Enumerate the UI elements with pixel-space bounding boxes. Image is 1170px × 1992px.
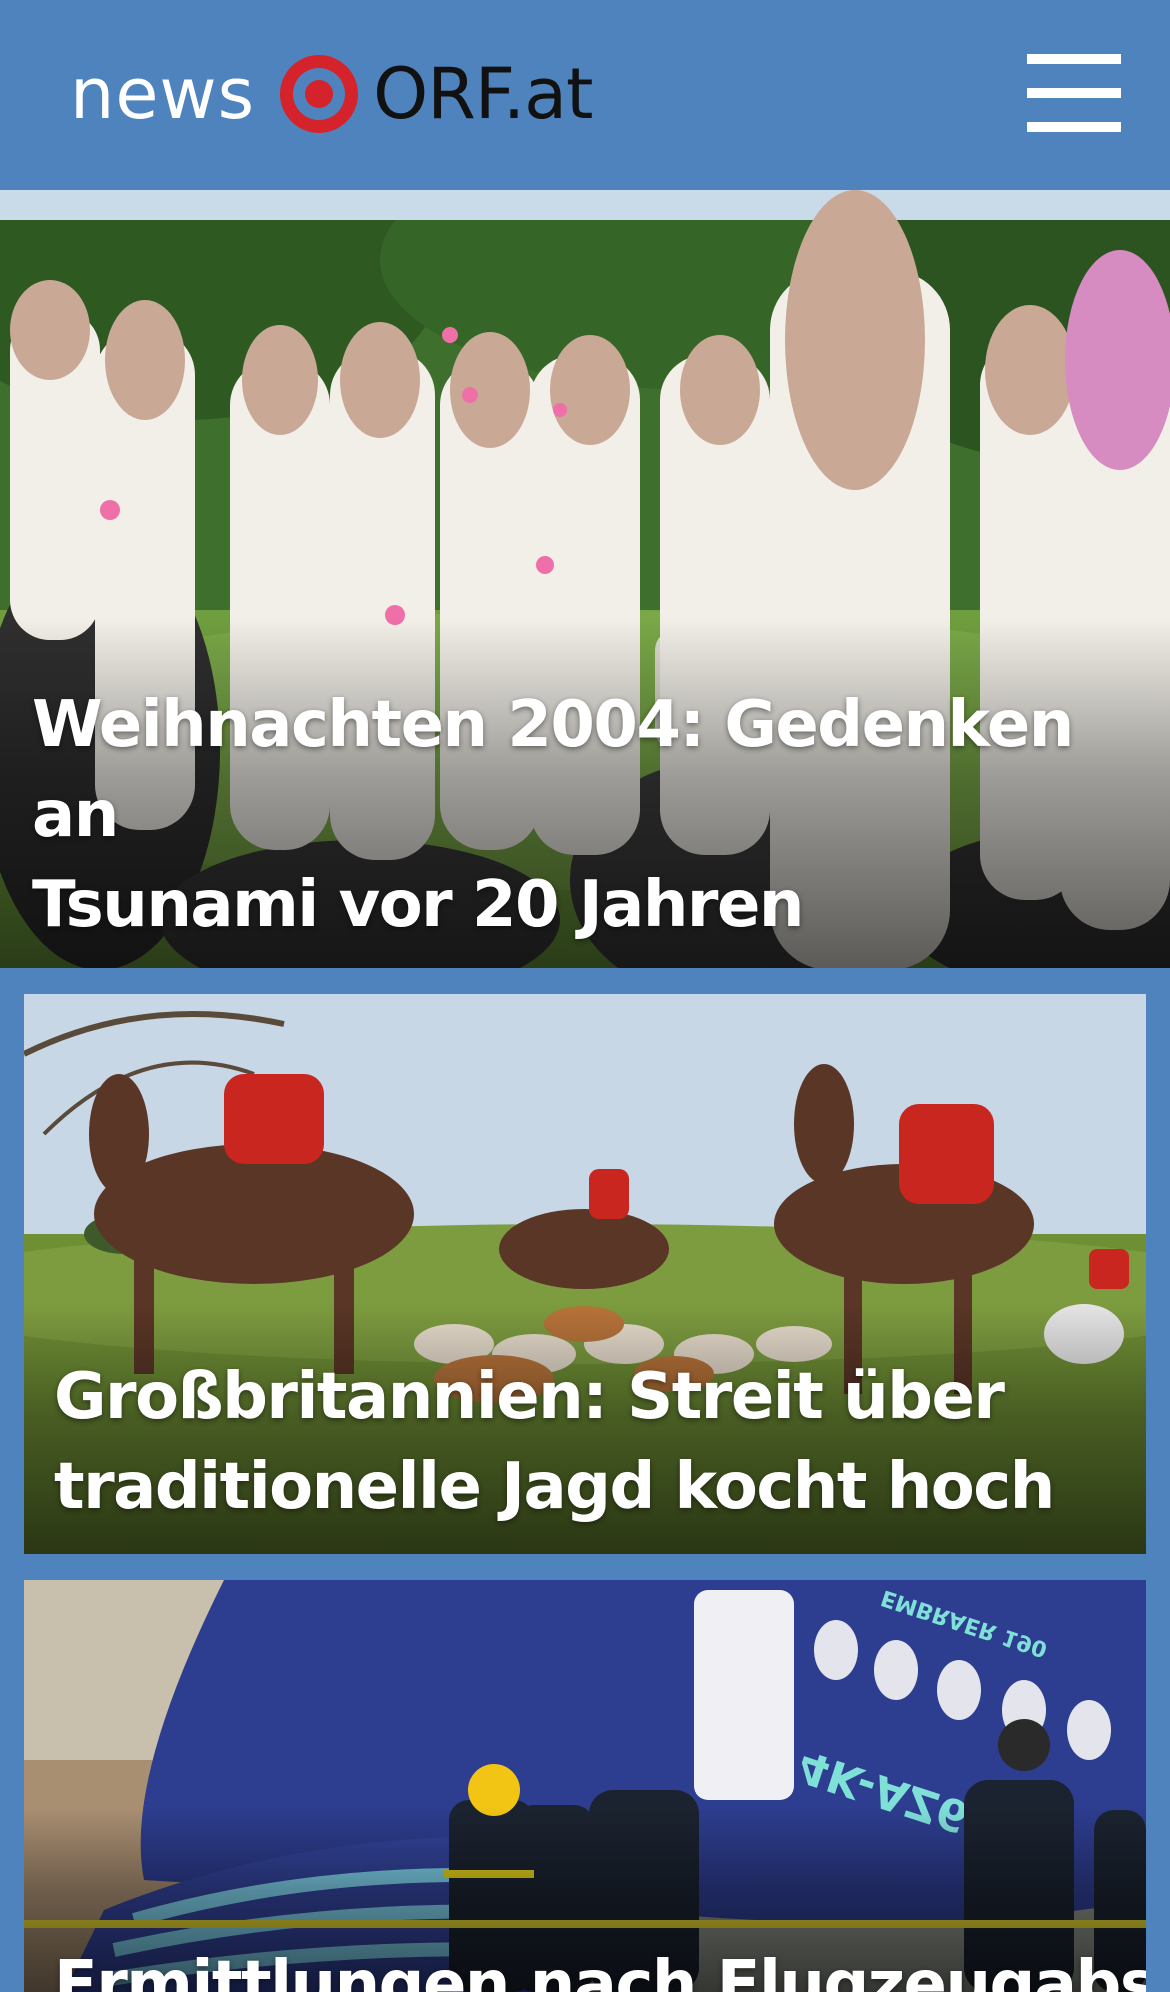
headline-line: Großbritannien: Streit über (54, 1360, 1005, 1434)
hamburger-menu-icon[interactable] (1018, 46, 1121, 138)
logo-brand-text: ORF.at (373, 53, 593, 135)
story-headline: Großbritannien: Streit über traditionell… (54, 1352, 1114, 1532)
headline-line: Tsunami vor 20 Jahren (32, 868, 804, 942)
story-card-plane-crash[interactable]: 4K-AZ65 EMBRAER 190 Ermittlungen nach Fl… (24, 1580, 1146, 1992)
headline-line: traditionelle Jagd kocht hoch (54, 1450, 1055, 1524)
headline-line: Weihnachten 2004: Gedenken an (32, 688, 1074, 852)
story-headline: Weihnachten 2004: Gedenken an Tsunami vo… (32, 680, 1142, 950)
logo-news-text: news (70, 53, 256, 135)
story-card-tsunami[interactable]: Weihnachten 2004: Gedenken an Tsunami vo… (0, 190, 1170, 968)
orf-target-logo-icon (280, 55, 359, 133)
menu-bar (1027, 88, 1121, 98)
headline-line: Ermittlungen nach Flugzeugabsturz (54, 1948, 1146, 1992)
story-card-hunting[interactable]: Großbritannien: Streit über traditionell… (24, 994, 1146, 1554)
app-header: news ORF.at (0, 0, 1170, 188)
menu-bar (1027, 54, 1121, 64)
menu-bar (1027, 122, 1121, 132)
news-orf-logo[interactable]: news ORF.at (70, 46, 594, 142)
story-headline: Ermittlungen nach Flugzeugabsturz (54, 1940, 1146, 1992)
